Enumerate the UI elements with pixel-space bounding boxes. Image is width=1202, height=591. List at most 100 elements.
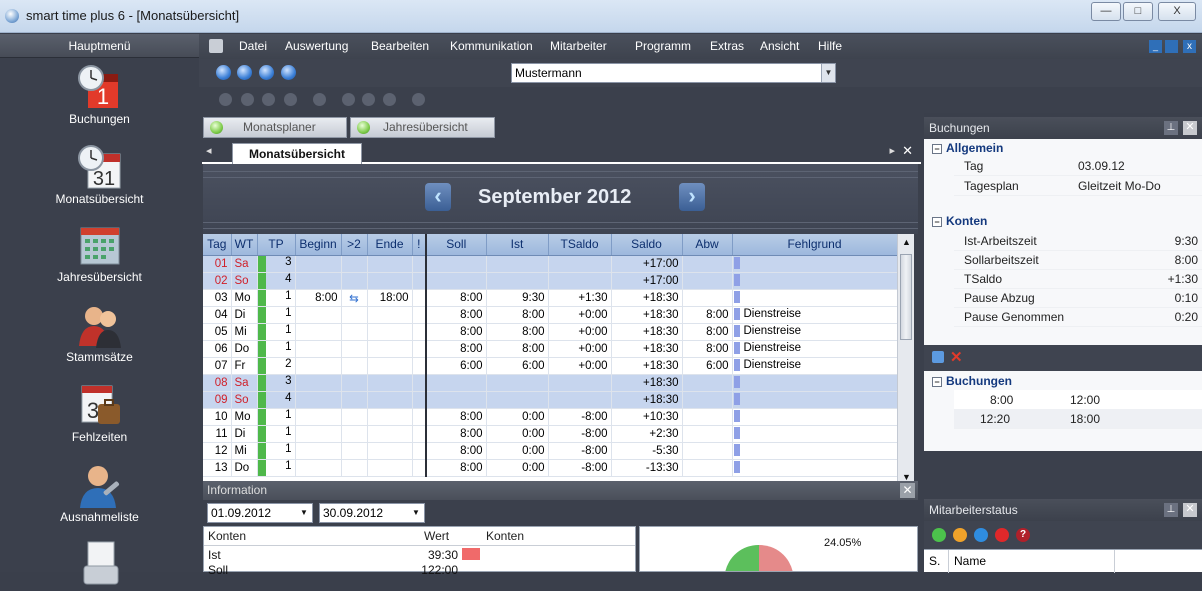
cell-beginn[interactable] bbox=[295, 255, 342, 273]
cell-wt[interactable]: Mi bbox=[231, 323, 258, 341]
cell-tsaldo[interactable] bbox=[548, 272, 612, 290]
cell-flag[interactable] bbox=[412, 425, 427, 443]
cell-tsaldo[interactable]: +0:00 bbox=[548, 340, 612, 358]
cell-saldo[interactable]: +18:30 bbox=[611, 289, 683, 307]
menu-hilfe[interactable]: Hilfe bbox=[818, 39, 842, 53]
status-business-icon[interactable] bbox=[974, 528, 988, 542]
table-row[interactable]: 07 Fr 2 6:00 6:00 +0:00 +18:30 6:00 Dienstreise bbox=[203, 357, 897, 375]
cell-ist[interactable]: 0:00 bbox=[486, 425, 549, 443]
cell-tp[interactable]: 1 bbox=[257, 425, 296, 443]
table-row[interactable]: 12 Mi 1 8:00 0:00 -8:00 -5:30 bbox=[203, 442, 897, 460]
last-icon[interactable] bbox=[284, 93, 297, 106]
cell-tsaldo[interactable] bbox=[548, 255, 612, 273]
close-icon[interactable]: ✕ bbox=[902, 143, 913, 159]
cell-ende[interactable] bbox=[367, 408, 413, 426]
chevron-down-icon[interactable]: ▼ bbox=[409, 505, 423, 521]
first-icon[interactable] bbox=[219, 93, 232, 106]
cell-soll[interactable]: 8:00 bbox=[426, 323, 487, 341]
cell-tag[interactable]: 02 bbox=[203, 272, 232, 290]
cell-gt2[interactable] bbox=[341, 306, 368, 324]
last-record-icon[interactable] bbox=[281, 65, 296, 80]
cell-tag[interactable]: 07 bbox=[203, 357, 232, 375]
sidebar-item-buchungen[interactable]: 1 Buchungen bbox=[0, 64, 199, 126]
cell-gt2[interactable] bbox=[341, 391, 368, 409]
cell-fehlgrund[interactable] bbox=[732, 442, 897, 460]
prev-icon[interactable] bbox=[241, 93, 254, 106]
col-header-gt2[interactable]: >2 bbox=[341, 234, 368, 256]
first-record-icon[interactable] bbox=[216, 65, 231, 80]
cell-ist[interactable] bbox=[486, 374, 549, 392]
cell-soll[interactable] bbox=[426, 374, 487, 392]
cell-soll[interactable]: 8:00 bbox=[426, 459, 487, 477]
cell-tag[interactable]: 13 bbox=[203, 459, 232, 477]
col-header-name[interactable]: Name bbox=[954, 554, 986, 568]
cell-fehlgrund[interactable] bbox=[732, 459, 897, 477]
tab-scroll-left-icon[interactable]: ◂ bbox=[206, 144, 212, 157]
cell-tag[interactable]: 11 bbox=[203, 425, 232, 443]
section-allgemein[interactable]: − Allgemein bbox=[932, 141, 1003, 155]
cell-flag[interactable] bbox=[412, 255, 427, 273]
table-row[interactable]: 11 Di 1 8:00 0:00 -8:00 +2:30 bbox=[203, 425, 897, 443]
col-header-beginn[interactable]: Beginn bbox=[295, 234, 342, 256]
cell-beginn[interactable]: 8:00 bbox=[295, 289, 342, 307]
cell-gt2[interactable] bbox=[341, 374, 368, 392]
cell-flag[interactable] bbox=[412, 357, 427, 375]
cell-gt2[interactable] bbox=[341, 357, 368, 375]
list-icon[interactable] bbox=[412, 93, 425, 106]
cell-ende[interactable] bbox=[367, 425, 413, 443]
cell-beginn[interactable] bbox=[295, 340, 342, 358]
cell-wt[interactable]: Di bbox=[231, 306, 258, 324]
table-row[interactable]: 02 So 4 +17:00 bbox=[203, 272, 897, 290]
sidebar-item-print[interactable] bbox=[0, 540, 199, 588]
status-break-icon[interactable] bbox=[953, 528, 967, 542]
cell-wt[interactable]: Sa bbox=[231, 374, 258, 392]
cell-tp[interactable]: 1 bbox=[257, 289, 296, 307]
cell-soll[interactable]: 8:00 bbox=[426, 289, 487, 307]
cell-flag[interactable] bbox=[412, 306, 427, 324]
cell-ende[interactable] bbox=[367, 323, 413, 341]
cell-saldo[interactable]: +18:30 bbox=[611, 340, 683, 358]
cell-ende[interactable] bbox=[367, 340, 413, 358]
cell-wt[interactable]: Mi bbox=[231, 442, 258, 460]
scroll-up-icon[interactable]: ▲ bbox=[898, 234, 915, 250]
cell-tp[interactable]: 1 bbox=[257, 323, 296, 341]
cell-wt[interactable]: So bbox=[231, 272, 258, 290]
cell-tp[interactable]: 1 bbox=[257, 306, 296, 324]
cell-tsaldo[interactable] bbox=[548, 391, 612, 409]
status-absent-icon[interactable] bbox=[995, 528, 1009, 542]
col-header-saldo[interactable]: Saldo bbox=[611, 234, 683, 256]
section-konten[interactable]: − Konten bbox=[932, 214, 987, 228]
print-icon[interactable] bbox=[313, 93, 326, 106]
cell-beginn[interactable] bbox=[295, 272, 342, 290]
cell-ende[interactable] bbox=[367, 374, 413, 392]
booking-row[interactable]: 12:20 18:00 bbox=[954, 409, 1202, 429]
menu-mitarbeiter[interactable]: Mitarbeiter bbox=[550, 39, 607, 53]
cell-tsaldo[interactable]: -8:00 bbox=[548, 408, 612, 426]
cell-gt2[interactable] bbox=[341, 425, 368, 443]
cell-wt[interactable]: So bbox=[231, 391, 258, 409]
cell-abw[interactable] bbox=[682, 289, 733, 307]
cell-soll[interactable]: 8:00 bbox=[426, 306, 487, 324]
mdi-minimize-icon[interactable]: _ bbox=[1149, 40, 1162, 53]
booking-row[interactable]: 8:00 12:00 bbox=[954, 390, 1202, 410]
cell-saldo[interactable]: +18:30 bbox=[611, 391, 683, 409]
chevron-down-icon[interactable]: ▼ bbox=[297, 505, 311, 521]
col-header-wt[interactable]: WT bbox=[231, 234, 258, 256]
close-icon[interactable]: ✕ bbox=[900, 483, 915, 498]
cell-ist[interactable]: 9:30 bbox=[486, 289, 549, 307]
col-header-s[interactable]: S. bbox=[929, 554, 940, 568]
menu-datei[interactable]: Datei bbox=[239, 39, 267, 53]
cell-flag[interactable] bbox=[412, 323, 427, 341]
cell-ist[interactable]: 8:00 bbox=[486, 340, 549, 358]
cell-flag[interactable] bbox=[412, 459, 427, 477]
sidebar-item-ausnahmeliste[interactable]: Ausnahmeliste bbox=[0, 462, 199, 524]
close-button[interactable]: X bbox=[1158, 2, 1196, 21]
col-header-abw[interactable]: Abw bbox=[682, 234, 733, 256]
collapse-icon[interactable]: − bbox=[932, 216, 942, 227]
cell-wt[interactable]: Sa bbox=[231, 255, 258, 273]
cell-saldo[interactable]: +10:30 bbox=[611, 408, 683, 426]
next-record-icon[interactable] bbox=[259, 65, 274, 80]
cell-ende[interactable] bbox=[367, 391, 413, 409]
cell-gt2[interactable] bbox=[341, 442, 368, 460]
cell-fehlgrund[interactable] bbox=[732, 374, 897, 392]
